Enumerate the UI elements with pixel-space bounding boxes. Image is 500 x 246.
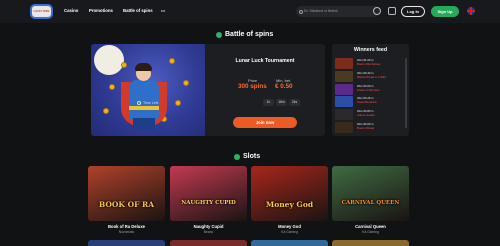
winner-game-link[interactable]: Book of Dead (357, 126, 374, 130)
battle-section-title: Battle of spins (216, 31, 273, 38)
game-tile-partial[interactable] (251, 240, 328, 246)
search-placeholder: Ex: Starburst or Netent (304, 9, 338, 13)
game-provider: Novomatic (118, 230, 135, 234)
winner-row[interactable]: Won €0.80 in Jokers Jewels (335, 109, 403, 121)
winner-row[interactable]: Won €0.25 in Sweet Bonanza (335, 96, 403, 108)
game-tile-partial[interactable] (170, 240, 247, 246)
winner-game-thumbnail[interactable] (335, 109, 353, 121)
nav-promotions[interactable]: Promotions (89, 8, 113, 13)
winner-game-thumbnail[interactable] (335, 83, 353, 95)
coin-icon (175, 100, 181, 106)
game-provider: Beano (203, 230, 214, 234)
coin-icon (169, 58, 175, 64)
uk-flag-language-icon[interactable] (467, 7, 475, 15)
coin-icon (103, 108, 109, 114)
winner-game-link[interactable]: Book of Ra Deluxe (357, 62, 380, 66)
winner-game-thumbnail[interactable] (335, 122, 353, 133)
search-input[interactable]: Ex: Starburst or Netent (296, 6, 380, 17)
game-tile-book-of-ra[interactable]: BOOK OF RA (88, 166, 165, 221)
slot-machine-icon (234, 153, 240, 160)
game-title[interactable]: Carnival Queen (332, 224, 409, 229)
winner-row[interactable]: Won €3.00 in Gates of Olympus (335, 83, 403, 95)
logo-text: LUCKY RIDE (33, 10, 50, 13)
battle-title-text: Battle of spins (225, 31, 274, 38)
site-logo[interactable]: LUCKY RIDE (30, 4, 53, 19)
time-hours: 1h (263, 99, 274, 106)
winners-feed-scrollbar[interactable] (405, 58, 407, 128)
game-title[interactable]: Money God (251, 224, 328, 229)
winner-game-link[interactable]: Jokers Jewels (357, 113, 375, 117)
winner-game-link[interactable]: Sweet Bonanza (357, 100, 377, 104)
login-button[interactable]: Log In (401, 6, 425, 17)
time-left: Time Left: (137, 101, 159, 105)
coin-icon (109, 84, 115, 90)
search-icon (299, 9, 303, 14)
more-menu-icon[interactable]: ••• (161, 8, 165, 13)
coin-icon (183, 80, 189, 86)
winner-game-thumbnail[interactable] (335, 96, 353, 108)
winners-feed-title: Winners feed (353, 47, 388, 53)
join-now-button[interactable]: Join now (233, 117, 297, 128)
winner-game-link[interactable]: Wanted Dead or a Wild (357, 75, 386, 79)
headset-support-icon[interactable] (388, 7, 396, 15)
slots-section-title: Slots (234, 153, 260, 160)
clock-icon (137, 101, 141, 105)
time-left-label: Time Left: (143, 101, 159, 105)
game-tile-partial[interactable] (88, 240, 165, 246)
tournament-name: Lunar Luck Tournament (235, 58, 295, 64)
game-tile-money-god[interactable]: Money God (251, 166, 328, 221)
coin-icon (121, 62, 127, 68)
game-provider: KA Gaming (362, 230, 379, 234)
game-tile-partial[interactable] (332, 240, 409, 246)
close-search-icon[interactable] (373, 7, 381, 15)
game-logo-text: Money God (265, 200, 314, 209)
game-logo-text: CARNIVAL QUEEN (341, 200, 400, 206)
signup-button[interactable]: Sign Up (431, 6, 459, 17)
nav-casino[interactable]: Casino (64, 8, 78, 13)
winner-game-thumbnail[interactable] (335, 70, 353, 82)
hero-body (129, 80, 159, 120)
nav-battle-of-spins[interactable]: Battle of spins (123, 8, 153, 13)
game-tile-naughty-cupid[interactable]: NAUGHTY CUPID (170, 166, 247, 221)
game-title[interactable]: Naughty Cupid (170, 224, 247, 229)
hero-legs (133, 118, 155, 130)
moon-graphic (94, 45, 124, 75)
game-tile-carnival-queen[interactable]: CARNIVAL QUEEN (332, 166, 409, 221)
time-minutes: 16m (276, 99, 287, 106)
time-seconds: 24s (289, 99, 300, 106)
top-header: LUCKY RIDE Casino Promotions Battle of s… (0, 0, 500, 23)
trophy-icon (216, 31, 222, 38)
winner-row[interactable]: Won €1.00 in Book of Ra Deluxe (335, 58, 403, 69)
prize-value: 300 spins (238, 83, 267, 90)
min-bet-value: € 0.50 (275, 83, 293, 90)
game-title[interactable]: Book of Ra Deluxe (88, 224, 165, 229)
slots-title-text: Slots (243, 153, 261, 160)
game-logo-text: BOOK OF RA (98, 200, 155, 209)
game-provider: KA Gaming (281, 230, 298, 234)
winner-game-link[interactable]: Gates of Olympus (357, 88, 379, 92)
hero-hair (135, 63, 152, 71)
winner-row[interactable]: Won €0.60 in Book of Dead (335, 122, 403, 133)
winner-row[interactable]: Won €0.40 in Wanted Dead or a Wild (335, 70, 403, 82)
tournament-artwork (91, 44, 205, 136)
hero-belt (129, 106, 159, 110)
game-logo-text: NAUGHTY CUPID (181, 200, 236, 206)
winner-game-thumbnail[interactable] (335, 58, 353, 69)
winners-feed: Winners feed Won €1.00 in Book of Ra Delu… (332, 44, 409, 136)
